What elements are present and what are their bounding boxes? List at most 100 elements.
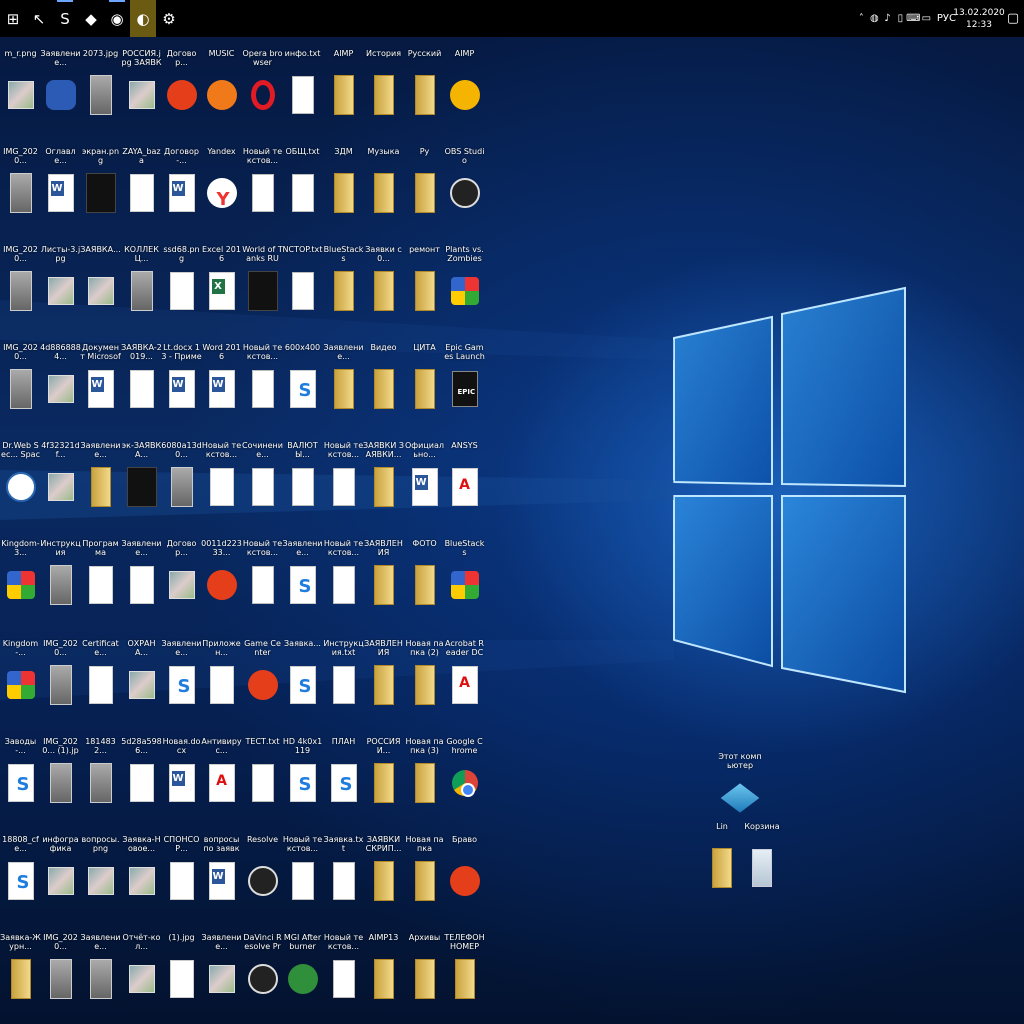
desktop-icon[interactable]: BlueStacks	[323, 233, 364, 333]
desktop-icon[interactable]: Договор...	[161, 37, 202, 137]
desktop-icon[interactable]: IMG_2020...	[0, 233, 41, 333]
taskbar-pin-1[interactable]: ↖	[26, 0, 52, 37]
desktop-icon[interactable]: 0011d22333...	[201, 527, 242, 627]
desktop-icon[interactable]: вопросы.png	[80, 823, 121, 923]
desktop-icon[interactable]: Музыка	[363, 135, 404, 235]
desktop-icon[interactable]: Kingdom-3...	[0, 527, 41, 627]
desktop-icon[interactable]: Epic Games Launcher	[444, 331, 485, 431]
desktop-icon[interactable]: IMG_2020...	[0, 135, 41, 235]
desktop-icon[interactable]: MUSIC	[201, 37, 242, 137]
desktop-icon[interactable]: 6080a13d0...	[161, 429, 202, 529]
desktop-icon[interactable]: Заявка-Новое...	[121, 823, 162, 923]
desktop-icon[interactable]: World of Tanks RU	[242, 233, 283, 333]
desktop-icon[interactable]: Оглавле...	[40, 135, 81, 235]
desktop-icon[interactable]: 18808_cfe...	[0, 823, 41, 923]
desktop-icon[interactable]: Заявка...	[282, 627, 323, 727]
chevron-up-icon[interactable]: ˄	[855, 0, 868, 37]
desktop-icon[interactable]: ЗАЯВКИ СКРИП...	[363, 823, 404, 923]
desktop-icon[interactable]: AIMP13	[363, 921, 404, 1021]
desktop-icon[interactable]: ЗДМ	[323, 135, 364, 235]
desktop-icon[interactable]: 1814832...	[80, 725, 121, 825]
desktop-icon[interactable]: Lin	[700, 810, 744, 910]
desktop-icon[interactable]: Новый текстов...	[242, 135, 283, 235]
desktop-icon[interactable]: ЦИТА	[404, 331, 445, 431]
desktop-icon[interactable]: Новый текстов...	[242, 527, 283, 627]
desktop-icon[interactable]: Acrobat Reader DC	[444, 627, 485, 727]
desktop-icon[interactable]: Листы-3.jpg	[40, 233, 81, 333]
desktop-icon[interactable]: Certificate...	[80, 627, 121, 727]
desktop-icon[interactable]: РОССИЯ.jpg ЗАЯВКА	[121, 37, 162, 137]
desktop-icon[interactable]: СПОНСОР...	[161, 823, 202, 923]
desktop-icon[interactable]: вопросы по заявкам...	[201, 823, 242, 923]
desktop-icon[interactable]: 600x400	[282, 331, 323, 431]
desktop-icon[interactable]: Заявки с 0...	[363, 233, 404, 333]
desktop-icon[interactable]: Договор-...	[161, 135, 202, 235]
desktop-icon[interactable]: ЗАЯВЛЕНИЯ	[363, 627, 404, 727]
display-icon[interactable]: ▭	[920, 0, 933, 37]
desktop-icon[interactable]: Новая папка (3)	[404, 725, 445, 825]
desktop-icon[interactable]: ЗАЯВЛЕНИЯ	[363, 527, 404, 627]
volume-icon[interactable]: ♪	[881, 0, 894, 37]
desktop-icon[interactable]: Заявление...	[323, 331, 364, 431]
desktop-icon[interactable]: Заводы-...	[0, 725, 41, 825]
desktop-icon[interactable]: Kingdom-...	[0, 627, 41, 727]
desktop-icon[interactable]: ANSYS	[444, 429, 485, 529]
desktop-icon[interactable]: ОБЩ.txt	[282, 135, 323, 235]
desktop-icon[interactable]: IMG_2020...	[40, 627, 81, 727]
desktop-icon[interactable]: 2073.jpg	[80, 37, 121, 137]
taskbar-pin-5[interactable]: ◐	[130, 0, 156, 37]
desktop-icon[interactable]: OBS Studio	[444, 135, 485, 235]
desktop-icon[interactable]: Новый текстов...	[201, 429, 242, 529]
network-icon[interactable]: ◍	[868, 0, 881, 37]
desktop-icon[interactable]: Resolve	[242, 823, 283, 923]
desktop-icon[interactable]: Приложен...	[201, 627, 242, 727]
desktop-icon[interactable]: Word 2016	[201, 331, 242, 431]
desktop-icon[interactable]: эк-ЗАЯВКА...	[121, 429, 162, 529]
keyboard-icon[interactable]: ⌨	[906, 0, 920, 37]
desktop-icon[interactable]: ЗАЯВКА-2019...	[121, 331, 162, 431]
desktop-icon[interactable]: AIMP	[444, 37, 485, 137]
desktop-icon[interactable]: Новая папка (2)	[404, 627, 445, 727]
desktop-icon[interactable]: Договор...	[161, 527, 202, 627]
start-button[interactable]: ⊞	[0, 0, 26, 37]
desktop-icon[interactable]: Ру	[404, 135, 445, 235]
notification-center-icon[interactable]: ▢	[1002, 11, 1024, 26]
clock[interactable]: 13.02.2020 12:33	[953, 7, 1005, 31]
desktop-icon[interactable]: MGI Afterburner	[282, 921, 323, 1021]
desktop-icon[interactable]: История	[363, 37, 404, 137]
desktop-icon[interactable]: m_r.png	[0, 37, 41, 137]
desktop-icon[interactable]: HD 4k0x1119	[282, 725, 323, 825]
desktop-icon[interactable]: Заявление...	[40, 37, 81, 137]
desktop-icon[interactable]: ТЕЛЕФОН НОМЕР	[444, 921, 485, 1021]
desktop-icon[interactable]: Заявление...	[80, 921, 121, 1021]
desktop-icon[interactable]: Yandex	[201, 135, 242, 235]
desktop-icon[interactable]: NCTOP.txt	[282, 233, 323, 333]
desktop-icon[interactable]: РОССИЯ И...	[363, 725, 404, 825]
desktop-icon[interactable]: инфографика	[40, 823, 81, 923]
taskbar-pin-2[interactable]: S	[52, 0, 78, 37]
desktop-icon[interactable]: Новый текстов...	[282, 823, 323, 923]
desktop-icon[interactable]: Инструкция	[40, 527, 81, 627]
desktop-icon[interactable]: AIMP	[323, 37, 364, 137]
desktop-icon[interactable]: Инструкция.txt	[323, 627, 364, 727]
desktop-icon[interactable]: BlueStacks	[444, 527, 485, 627]
desktop-icon[interactable]: Новая папка	[404, 823, 445, 923]
battery-icon[interactable]: ▯	[894, 0, 907, 37]
desktop-icon[interactable]: Официально...	[404, 429, 445, 529]
desktop-icon[interactable]: Dr.Web Sec... Space	[0, 429, 41, 529]
desktop-icon[interactable]: Русский	[404, 37, 445, 137]
desktop-icon[interactable]: 4f32321df...	[40, 429, 81, 529]
desktop-icon[interactable]: Заявка.txt	[323, 823, 364, 923]
desktop-icon[interactable]: DaVinci Resolve Pro...	[242, 921, 283, 1021]
desktop-icon[interactable]: Антивирус...	[201, 725, 242, 825]
desktop-icon[interactable]: Корзина	[740, 810, 784, 910]
desktop-icon[interactable]: Сочинение...	[242, 429, 283, 529]
desktop-icon[interactable]: ремонт	[404, 233, 445, 333]
taskbar-pin-4[interactable]: ◉	[104, 0, 130, 37]
desktop-icon[interactable]: Game Center	[242, 627, 283, 727]
desktop-icon[interactable]: Заявление...	[80, 429, 121, 529]
desktop-icon[interactable]: Заявление...	[282, 527, 323, 627]
desktop-icon[interactable]: Google Chrome	[444, 725, 485, 825]
desktop-icon[interactable]: КОЛЛЕКЦ...	[121, 233, 162, 333]
desktop-icon[interactable]: Браво	[444, 823, 485, 923]
